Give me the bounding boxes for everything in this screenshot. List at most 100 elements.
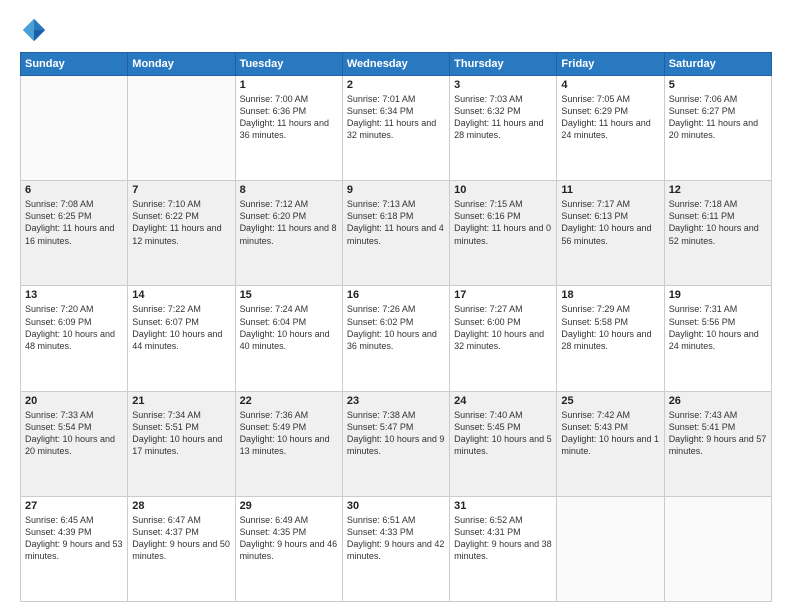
calendar-cell: 7 Sunrise: 7:10 AM Sunset: 6:22 PM Daylig… [128, 181, 235, 286]
calendar-week-2: 6 Sunrise: 7:08 AM Sunset: 6:25 PM Daylig… [21, 181, 772, 286]
calendar-header-row: SundayMondayTuesdayWednesdayThursdayFrid… [21, 53, 772, 76]
calendar-cell: 31 Sunrise: 6:52 AM Sunset: 4:31 PM Dayli… [450, 496, 557, 601]
cell-info: Sunrise: 7:34 AM Sunset: 5:51 PM Dayligh… [132, 409, 230, 458]
day-number: 21 [132, 395, 230, 407]
calendar-cell: 11 Sunrise: 7:17 AM Sunset: 6:13 PM Dayli… [557, 181, 664, 286]
day-number: 29 [240, 500, 338, 512]
calendar-cell: 24Sunrise: 7:40 AM Sunset: 5:45 PM Dayli… [450, 391, 557, 496]
calendar-cell: 23Sunrise: 7:38 AM Sunset: 5:47 PM Dayli… [342, 391, 449, 496]
cell-info: Sunrise: 7:03 AM Sunset: 6:32 PM Dayligh… [454, 93, 552, 142]
cell-info: Sunrise: 7:24 AM Sunset: 6:04 PM Dayligh… [240, 303, 338, 352]
cell-info: Sunrise: 7:27 AM Sunset: 6:00 PM Dayligh… [454, 303, 552, 352]
calendar-week-3: 13 Sunrise: 7:20 AM Sunset: 6:09 PM Dayli… [21, 286, 772, 391]
calendar-cell: 5 Sunrise: 7:06 AM Sunset: 6:27 PM Daylig… [664, 76, 771, 181]
cell-info: Sunrise: 6:52 AM Sunset: 4:31 PM Dayligh… [454, 514, 552, 563]
cell-info: Sunrise: 7:06 AM Sunset: 6:27 PM Dayligh… [669, 93, 767, 142]
calendar-cell: 25 Sunrise: 7:42 AM Sunset: 5:43 PM Dayli… [557, 391, 664, 496]
cell-info: Sunrise: 7:22 AM Sunset: 6:07 PM Dayligh… [132, 303, 230, 352]
calendar-cell: 19 Sunrise: 7:31 AM Sunset: 5:56 PM Dayli… [664, 286, 771, 391]
day-header-tuesday: Tuesday [235, 53, 342, 76]
cell-info: Sunrise: 7:10 AM Sunset: 6:22 PM Dayligh… [132, 198, 230, 247]
cell-info: Sunrise: 7:01 AM Sunset: 6:34 PM Dayligh… [347, 93, 445, 142]
calendar-cell: 18Sunrise: 7:29 AM Sunset: 5:58 PM Dayli… [557, 286, 664, 391]
calendar-cell [664, 496, 771, 601]
day-header-friday: Friday [557, 53, 664, 76]
day-number: 15 [240, 289, 338, 301]
day-header-sunday: Sunday [21, 53, 128, 76]
cell-info: Sunrise: 7:08 AM Sunset: 6:25 PM Dayligh… [25, 198, 123, 247]
calendar-cell: 30Sunrise: 6:51 AM Sunset: 4:33 PM Dayli… [342, 496, 449, 601]
day-number: 22 [240, 395, 338, 407]
cell-info: Sunrise: 6:49 AM Sunset: 4:35 PM Dayligh… [240, 514, 338, 563]
calendar-cell: 4Sunrise: 7:05 AM Sunset: 6:29 PM Daylig… [557, 76, 664, 181]
cell-info: Sunrise: 7:31 AM Sunset: 5:56 PM Dayligh… [669, 303, 767, 352]
cell-info: Sunrise: 7:42 AM Sunset: 5:43 PM Dayligh… [561, 409, 659, 458]
cell-info: Sunrise: 7:38 AM Sunset: 5:47 PM Dayligh… [347, 409, 445, 458]
calendar-cell: 16 Sunrise: 7:26 AM Sunset: 6:02 PM Dayli… [342, 286, 449, 391]
day-number: 11 [561, 184, 659, 196]
page: SundayMondayTuesdayWednesdayThursdayFrid… [0, 0, 792, 612]
cell-info: Sunrise: 7:43 AM Sunset: 5:41 PM Dayligh… [669, 409, 767, 458]
cell-info: Sunrise: 7:15 AM Sunset: 6:16 PM Dayligh… [454, 198, 552, 247]
calendar-cell [128, 76, 235, 181]
calendar-cell [21, 76, 128, 181]
cell-info: Sunrise: 7:40 AM Sunset: 5:45 PM Dayligh… [454, 409, 552, 458]
day-header-saturday: Saturday [664, 53, 771, 76]
day-number: 28 [132, 500, 230, 512]
day-number: 12 [669, 184, 767, 196]
day-header-thursday: Thursday [450, 53, 557, 76]
calendar-cell [557, 496, 664, 601]
day-number: 19 [669, 289, 767, 301]
cell-info: Sunrise: 7:29 AM Sunset: 5:58 PM Dayligh… [561, 303, 659, 352]
day-number: 31 [454, 500, 552, 512]
day-number: 7 [132, 184, 230, 196]
cell-info: Sunrise: 7:26 AM Sunset: 6:02 PM Dayligh… [347, 303, 445, 352]
day-header-wednesday: Wednesday [342, 53, 449, 76]
header [20, 16, 772, 44]
logo [20, 16, 52, 44]
day-number: 9 [347, 184, 445, 196]
day-header-monday: Monday [128, 53, 235, 76]
cell-info: Sunrise: 7:00 AM Sunset: 6:36 PM Dayligh… [240, 93, 338, 142]
day-number: 10 [454, 184, 552, 196]
day-number: 5 [669, 79, 767, 91]
day-number: 1 [240, 79, 338, 91]
cell-info: Sunrise: 7:20 AM Sunset: 6:09 PM Dayligh… [25, 303, 123, 352]
cell-info: Sunrise: 6:45 AM Sunset: 4:39 PM Dayligh… [25, 514, 123, 563]
day-number: 26 [669, 395, 767, 407]
calendar-cell: 2 Sunrise: 7:01 AM Sunset: 6:34 PM Daylig… [342, 76, 449, 181]
day-number: 8 [240, 184, 338, 196]
calendar-cell: 8Sunrise: 7:12 AM Sunset: 6:20 PM Daylig… [235, 181, 342, 286]
cell-info: Sunrise: 7:36 AM Sunset: 5:49 PM Dayligh… [240, 409, 338, 458]
cell-info: Sunrise: 7:05 AM Sunset: 6:29 PM Dayligh… [561, 93, 659, 142]
day-number: 2 [347, 79, 445, 91]
calendar-week-4: 20 Sunrise: 7:33 AM Sunset: 5:54 PM Dayli… [21, 391, 772, 496]
day-number: 13 [25, 289, 123, 301]
calendar-cell: 9 Sunrise: 7:13 AM Sunset: 6:18 PM Daylig… [342, 181, 449, 286]
calendar-cell: 6 Sunrise: 7:08 AM Sunset: 6:25 PM Daylig… [21, 181, 128, 286]
calendar-cell: 28Sunrise: 6:47 AM Sunset: 4:37 PM Dayli… [128, 496, 235, 601]
day-number: 20 [25, 395, 123, 407]
cell-info: Sunrise: 7:17 AM Sunset: 6:13 PM Dayligh… [561, 198, 659, 247]
calendar-week-5: 27Sunrise: 6:45 AM Sunset: 4:39 PM Dayli… [21, 496, 772, 601]
calendar-week-1: 1 Sunrise: 7:00 AM Sunset: 6:36 PM Daylig… [21, 76, 772, 181]
calendar-table: SundayMondayTuesdayWednesdayThursdayFrid… [20, 52, 772, 602]
calendar-cell: 22 Sunrise: 7:36 AM Sunset: 5:49 PM Dayli… [235, 391, 342, 496]
calendar-cell: 20 Sunrise: 7:33 AM Sunset: 5:54 PM Dayli… [21, 391, 128, 496]
day-number: 3 [454, 79, 552, 91]
day-number: 16 [347, 289, 445, 301]
cell-info: Sunrise: 7:33 AM Sunset: 5:54 PM Dayligh… [25, 409, 123, 458]
day-number: 14 [132, 289, 230, 301]
calendar-cell: 1 Sunrise: 7:00 AM Sunset: 6:36 PM Daylig… [235, 76, 342, 181]
day-number: 30 [347, 500, 445, 512]
calendar-cell: 27Sunrise: 6:45 AM Sunset: 4:39 PM Dayli… [21, 496, 128, 601]
cell-info: Sunrise: 7:13 AM Sunset: 6:18 PM Dayligh… [347, 198, 445, 247]
cell-info: Sunrise: 7:18 AM Sunset: 6:11 PM Dayligh… [669, 198, 767, 247]
day-number: 6 [25, 184, 123, 196]
calendar-cell: 29 Sunrise: 6:49 AM Sunset: 4:35 PM Dayli… [235, 496, 342, 601]
calendar-cell: 26 Sunrise: 7:43 AM Sunset: 5:41 PM Dayli… [664, 391, 771, 496]
calendar-cell: 3 Sunrise: 7:03 AM Sunset: 6:32 PM Daylig… [450, 76, 557, 181]
calendar-cell: 15 Sunrise: 7:24 AM Sunset: 6:04 PM Dayli… [235, 286, 342, 391]
calendar-cell: 17Sunrise: 7:27 AM Sunset: 6:00 PM Dayli… [450, 286, 557, 391]
day-number: 25 [561, 395, 659, 407]
